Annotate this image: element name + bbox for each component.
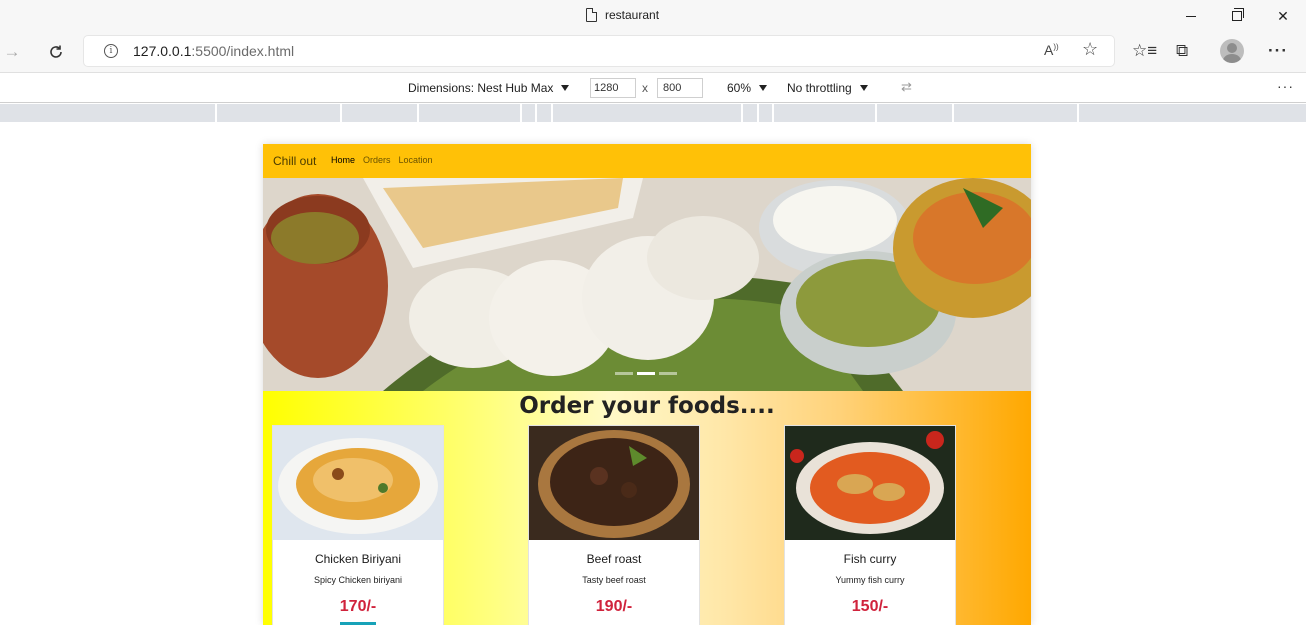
throttling-label: No throttling bbox=[787, 81, 852, 95]
info-icon[interactable]: i bbox=[104, 44, 118, 58]
media-query-bar[interactable] bbox=[0, 104, 1306, 122]
width-input[interactable]: 1280 bbox=[590, 78, 636, 98]
food-name: Chicken Biriyani bbox=[314, 552, 402, 566]
caret-down-icon bbox=[859, 85, 868, 91]
site-navbar: Chill out Home Orders Location bbox=[263, 144, 1031, 178]
rotate-icon[interactable]: ⇄ bbox=[901, 79, 912, 95]
food-description: Yummy fish curry bbox=[835, 575, 905, 585]
minimize-button[interactable] bbox=[1176, 4, 1206, 28]
hero-food-image bbox=[263, 178, 1031, 391]
devtools-more-icon[interactable]: ··· bbox=[1277, 78, 1294, 94]
food-description: Tasty beef roast bbox=[582, 575, 646, 585]
carousel-indicator[interactable] bbox=[637, 372, 655, 375]
mq-divider bbox=[741, 104, 743, 122]
browser-toolbar: → i 127.0.0.1:5500/index.html A)) ☆ ☆≡ ⧉… bbox=[0, 32, 1306, 72]
mq-divider bbox=[340, 104, 342, 122]
device-toolbar: Dimensions: Nest Hub Max 1280 x 800 60% … bbox=[0, 72, 1306, 103]
food-name: Fish curry bbox=[843, 552, 897, 566]
fish-curry-image bbox=[785, 426, 955, 540]
url-text: 127.0.0.1:5500/index.html bbox=[133, 43, 294, 59]
food-card-biriyani: Chicken Biriyani Spicy Chicken biriyani … bbox=[272, 425, 444, 625]
carousel-indicators bbox=[615, 372, 677, 375]
tab-title: restaurant bbox=[605, 8, 660, 22]
close-icon: ✕ bbox=[1277, 7, 1289, 24]
carousel-indicator[interactable] bbox=[615, 372, 633, 375]
address-bar[interactable]: i 127.0.0.1:5500/index.html A)) ☆ bbox=[84, 36, 1114, 66]
dimensions-dropdown[interactable]: Dimensions: Nest Hub Max bbox=[408, 81, 570, 95]
mq-divider bbox=[215, 104, 217, 122]
food-description: Spicy Chicken biriyani bbox=[313, 575, 403, 585]
read-aloud-icon[interactable]: A)) bbox=[1044, 42, 1059, 58]
food-price: 150/- bbox=[851, 598, 889, 615]
food-image bbox=[273, 426, 443, 540]
document-icon bbox=[586, 8, 597, 22]
section-title: Order your foods.... bbox=[519, 393, 775, 419]
add-favorite-icon[interactable]: ☆ bbox=[1082, 39, 1098, 60]
mq-divider bbox=[952, 104, 954, 122]
food-card-fish: Fish curry Yummy fish curry 150/- bbox=[784, 425, 956, 625]
food-price: 190/- bbox=[595, 598, 633, 615]
close-button[interactable]: ✕ bbox=[1268, 4, 1298, 28]
collections-icon[interactable]: ⧉ bbox=[1176, 41, 1188, 61]
mq-divider bbox=[520, 104, 522, 122]
mq-divider bbox=[875, 104, 877, 122]
hero-carousel bbox=[263, 178, 1031, 391]
food-image bbox=[529, 426, 699, 540]
food-image bbox=[785, 426, 955, 540]
page-viewport: Chill out Home Orders Location Order you… bbox=[263, 144, 1031, 625]
mq-divider bbox=[535, 104, 537, 122]
food-price: 170/- bbox=[339, 598, 377, 615]
beef-roast-image bbox=[529, 426, 699, 540]
biriyani-image bbox=[273, 426, 443, 540]
mq-divider bbox=[1077, 104, 1079, 122]
reload-button[interactable] bbox=[44, 40, 68, 64]
mq-divider bbox=[772, 104, 774, 122]
food-section: Order your foods.... Chicken Biriyani Sp… bbox=[263, 391, 1031, 625]
site-brand[interactable]: Chill out bbox=[273, 154, 316, 168]
zoom-label: 60% bbox=[727, 81, 752, 95]
nav-links: Home Orders Location bbox=[331, 155, 433, 165]
nav-link-location[interactable]: Location bbox=[399, 155, 433, 165]
mq-divider bbox=[417, 104, 419, 122]
nav-link-home[interactable]: Home bbox=[331, 155, 355, 165]
mq-divider bbox=[551, 104, 553, 122]
restore-icon bbox=[1232, 8, 1244, 21]
back-button[interactable]: → bbox=[0, 40, 24, 64]
more-icon[interactable]: ··· bbox=[1268, 41, 1288, 61]
url-host: 127.0.0.1 bbox=[133, 43, 192, 59]
food-card-beef: Beef roast Tasty beef roast 190/- bbox=[528, 425, 700, 625]
minimize-icon bbox=[1186, 15, 1196, 17]
reload-icon bbox=[50, 45, 62, 58]
zoom-dropdown[interactable]: 60% bbox=[727, 81, 768, 95]
height-input[interactable]: 800 bbox=[657, 78, 703, 98]
favorites-icon[interactable]: ☆≡ bbox=[1132, 41, 1157, 61]
browser-title-bar: restaurant ✕ bbox=[0, 0, 1306, 32]
restore-button[interactable] bbox=[1222, 4, 1252, 28]
throttling-dropdown[interactable]: No throttling bbox=[787, 81, 868, 95]
caret-down-icon bbox=[759, 85, 768, 91]
mq-divider bbox=[757, 104, 759, 122]
url-path: :5500/index.html bbox=[191, 43, 295, 59]
food-name: Beef roast bbox=[586, 552, 642, 566]
carousel-indicator[interactable] bbox=[659, 372, 677, 375]
tab-title-area: restaurant bbox=[586, 8, 659, 22]
caret-down-icon bbox=[561, 85, 570, 91]
nav-link-orders[interactable]: Orders bbox=[363, 155, 391, 165]
times-sign: x bbox=[642, 81, 648, 95]
dimensions-label: Dimensions: Nest Hub Max bbox=[408, 81, 554, 95]
profile-avatar[interactable] bbox=[1220, 39, 1244, 63]
